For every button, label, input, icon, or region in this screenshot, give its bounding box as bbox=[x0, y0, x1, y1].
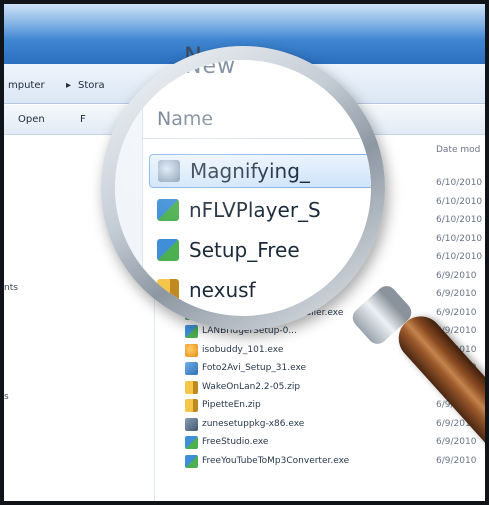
zip-icon bbox=[185, 399, 198, 412]
setup-icon bbox=[157, 199, 179, 221]
magnified-file-row[interactable]: nexusf bbox=[149, 274, 371, 308]
magnified-window-title: New bbox=[185, 60, 236, 79]
magnified-file-row[interactable]: Setup_Free bbox=[149, 234, 371, 268]
file-date-modified: 6/10/2010 bbox=[436, 252, 483, 262]
breadcrumb-computer[interactable]: mputer bbox=[8, 80, 45, 91]
file-date-modified: 6/9/2010 bbox=[436, 437, 477, 447]
column-header-date-modified[interactable]: Date mod bbox=[436, 145, 480, 155]
magnified-file-row[interactable]: nFLVPlayer_S bbox=[149, 194, 371, 228]
breadcrumb-separator-icon: ▸ bbox=[66, 80, 72, 91]
file-date-modified: 6/9/2010 bbox=[436, 289, 477, 299]
file-name: FreeStudio.exe bbox=[202, 437, 269, 447]
file-date-modified: 6/10/2010 bbox=[436, 215, 483, 225]
magnifier-lens: New Name Magnifying_ nFLVPlayer_S Setup_Fr… bbox=[115, 60, 371, 316]
magnified-file-name: Setup_Free bbox=[189, 238, 300, 262]
magnified-sidebar bbox=[115, 60, 143, 316]
file-date-modified: 6/9/2010 bbox=[436, 455, 477, 466]
blue-app-icon bbox=[185, 362, 198, 375]
setup-icon bbox=[157, 239, 179, 261]
gray-app-icon bbox=[185, 417, 198, 431]
setup-icon bbox=[185, 436, 198, 449]
toolbar-truncated-button[interactable]: F bbox=[80, 114, 86, 125]
nav-item-documents[interactable]: nts bbox=[4, 283, 18, 293]
setup-icon bbox=[185, 325, 198, 338]
open-button[interactable]: Open bbox=[18, 114, 45, 125]
magnified-file-row-selected[interactable]: Magnifying_ bbox=[149, 154, 371, 188]
file-name: Foto2Avi_Setup_31.exe bbox=[202, 363, 307, 373]
file-row[interactable]: PipetteEn.zip6/9/2010 bbox=[155, 397, 485, 415]
file-row[interactable]: zunesetuppkg-x86.exe 6/9/2010 bbox=[155, 416, 485, 434]
file-date-modified: 6/10/2010 bbox=[436, 233, 483, 244]
file-name: FreeYouTubeToMp3Converter.exe bbox=[202, 455, 350, 466]
magnified-column-header-name[interactable]: Name bbox=[157, 108, 213, 130]
file-name: zunesetuppkg-x86.exe bbox=[202, 418, 305, 429]
file-row[interactable]: FreeStudio.exe 6/9/2010 bbox=[155, 434, 485, 452]
setup-icon bbox=[185, 454, 198, 468]
file-date-modified: 6/9/2010 bbox=[436, 307, 477, 318]
breadcrumb-storage[interactable]: Stora bbox=[78, 80, 105, 91]
file-date-modified: 6/9/2010 bbox=[436, 270, 477, 281]
magnified-header-divider bbox=[143, 138, 371, 139]
globe-icon bbox=[158, 160, 180, 182]
file-name: isobuddy_101.exe bbox=[202, 344, 284, 355]
file-name: PipetteEn.zip bbox=[202, 400, 261, 410]
file-name: WakeOnLan2.2-05.zip bbox=[202, 381, 301, 392]
file-date-modified: 6/10/2010 bbox=[436, 196, 483, 207]
magnified-file-name: nexusf bbox=[189, 278, 256, 302]
file-date-modified: 6/10/2010 bbox=[436, 178, 483, 188]
file-row[interactable]: FreeYouTubeToMp3Converter.exe 6/9/2010 bbox=[155, 453, 485, 471]
zip-icon bbox=[185, 380, 198, 394]
magnified-file-name: Magnifying_ bbox=[190, 159, 310, 183]
orange-disc-icon bbox=[185, 343, 198, 357]
screenshot-frame: New mputer ▸ Stora Open F nts s Date mod… bbox=[4, 4, 485, 501]
zip-icon bbox=[157, 279, 179, 301]
magnified-file-name: nFLVPlayer_S bbox=[189, 198, 321, 222]
nav-item-partial[interactable]: s bbox=[4, 392, 9, 402]
